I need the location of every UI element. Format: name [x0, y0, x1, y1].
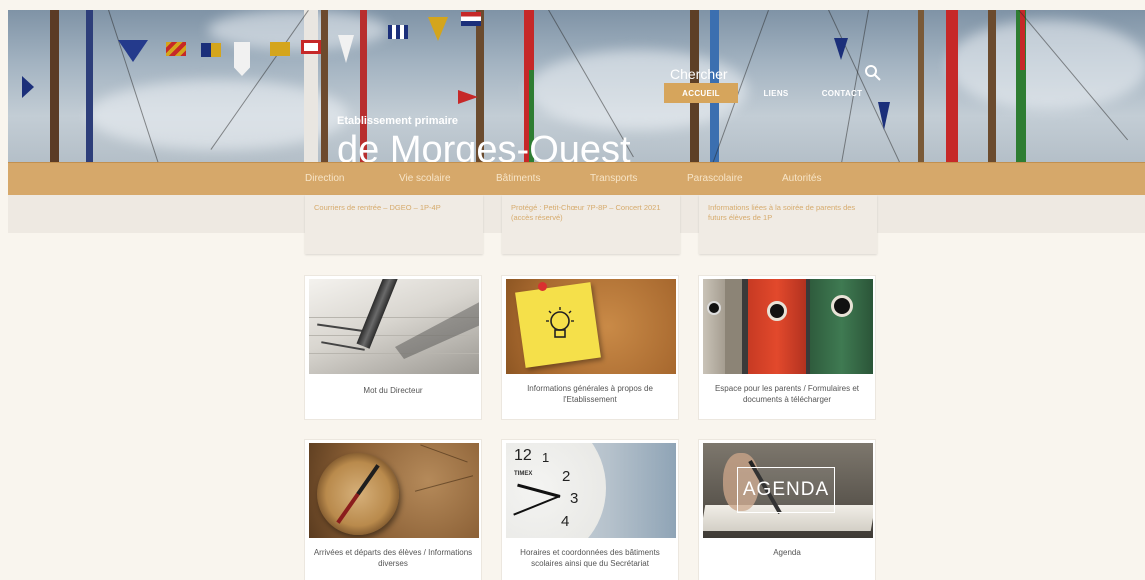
tile-image-compass[interactable] [309, 443, 479, 538]
clock-numeral: 12 [514, 447, 532, 464]
tile-image-binders[interactable] [703, 279, 873, 374]
tile-agenda[interactable]: AGENDA Agenda [699, 440, 875, 580]
tile-caption[interactable]: Mot du Directeur [311, 385, 475, 396]
tile-caption[interactable]: Arrivées et départs des élèves / Informa… [311, 547, 475, 569]
clock-numeral: 1 [542, 450, 550, 465]
top-nav: ACCUEIL LIENS CONTACT [664, 83, 870, 103]
lightbulb-icon [546, 307, 574, 338]
tile-image-clock[interactable]: 12 2 3 4 1 TIMEX [506, 443, 676, 538]
news-card-title[interactable]: Informations liées à la soirée de parent… [708, 203, 868, 223]
main-nav-batiments[interactable]: Bâtiments [496, 173, 540, 184]
news-card-title[interactable]: Protégé : Petit-Chœur 7P-8P – Concert 20… [511, 203, 671, 223]
main-nav-transports[interactable]: Transports [590, 173, 637, 184]
tile-caption[interactable]: Espace pour les parents / Formulaires et… [705, 383, 869, 405]
top-nav-contact[interactable]: CONTACT [814, 83, 870, 103]
tile-image-agenda[interactable]: AGENDA [703, 443, 873, 538]
tile-espace-parents[interactable]: Espace pour les parents / Formulaires et… [699, 276, 875, 419]
tile-image-pen[interactable] [309, 279, 479, 374]
news-card-title[interactable]: Courriers de rentrée – DGEO – 1P-4P [314, 203, 474, 213]
tile-caption[interactable]: Agenda [705, 547, 869, 558]
search-label[interactable]: Chercher [670, 66, 728, 82]
clock-numeral: 4 [561, 513, 570, 530]
clock-numeral: 3 [570, 490, 579, 507]
main-nav-autorites[interactable]: Autorités [782, 173, 821, 184]
top-nav-accueil[interactable]: ACCUEIL [664, 83, 738, 103]
top-nav-liens[interactable]: LIENS [738, 83, 814, 103]
hero-banner: Chercher ACCUEIL LIENS CONTACT Etablisse… [8, 10, 1145, 162]
main-nav-vie-scolaire[interactable]: Vie scolaire [399, 173, 451, 184]
tile-image-lightbulb[interactable] [506, 279, 676, 374]
tile-mot-du-directeur[interactable]: Mot du Directeur [305, 276, 481, 419]
main-nav: Direction Vie scolaire Bâtiments Transpo… [8, 162, 1145, 195]
clock-numeral: 2 [562, 468, 571, 485]
tile-horaires[interactable]: 12 2 3 4 1 TIMEX Horaires et coordonnées… [502, 440, 678, 580]
site-subtitle: Etablissement primaire [337, 115, 459, 127]
tile-caption[interactable]: Horaires et coordonnées des bâtiments sc… [508, 547, 672, 569]
main-nav-direction[interactable]: Direction [305, 173, 344, 184]
news-card[interactable]: Courriers de rentrée – DGEO – 1P-4P [305, 195, 483, 254]
tile-caption[interactable]: Informations générales à propos de l'Eta… [508, 383, 672, 405]
search-icon[interactable] [864, 64, 882, 82]
news-card[interactable]: Informations liées à la soirée de parent… [699, 195, 877, 254]
tile-arrivees-departs[interactable]: Arrivées et départs des élèves / Informa… [305, 440, 481, 580]
agenda-image-text: AGENDA [742, 479, 830, 500]
tile-informations-generales[interactable]: Informations générales à propos de l'Eta… [502, 276, 678, 419]
news-card[interactable]: Protégé : Petit-Chœur 7P-8P – Concert 20… [502, 195, 680, 254]
main-nav-parascolaire[interactable]: Parascolaire [687, 173, 743, 184]
site-title[interactable]: de Morges-Ouest [337, 127, 631, 162]
